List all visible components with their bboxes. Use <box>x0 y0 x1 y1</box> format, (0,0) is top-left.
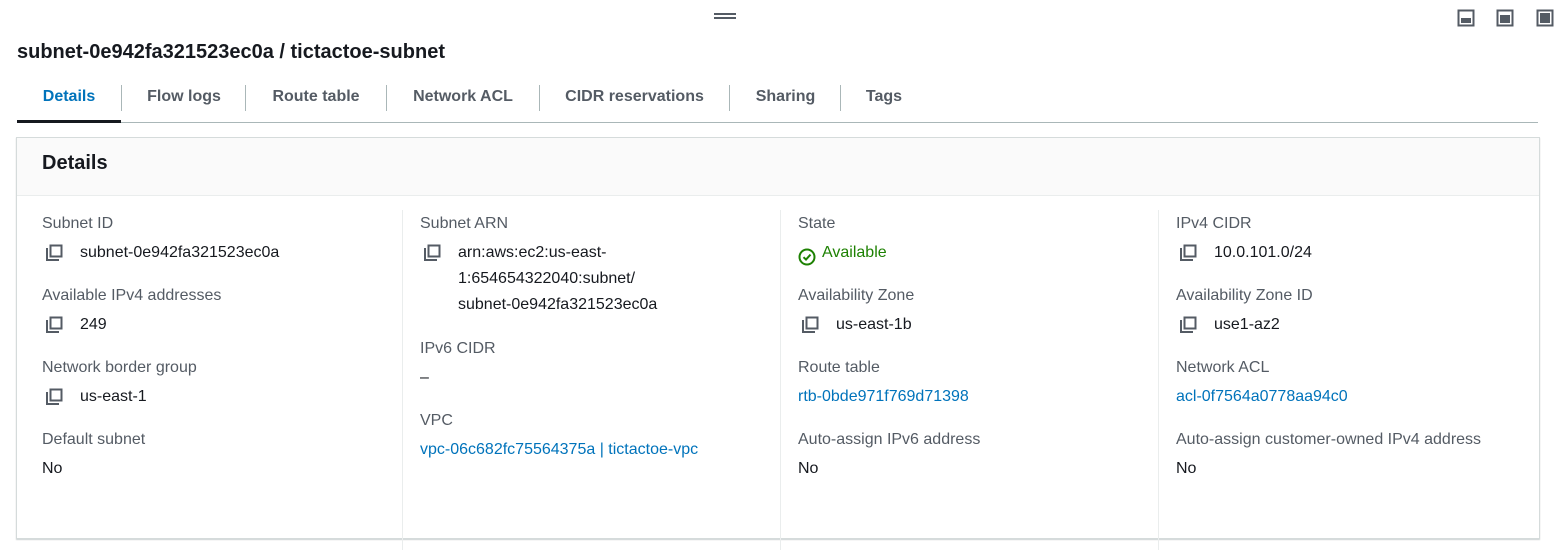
tab-bar: Details Flow logs Route table Network AC… <box>17 77 1538 123</box>
subnet-id-value: subnet-0e942fa321523ec0a <box>80 244 280 261</box>
network-acl-label: Network ACL <box>1176 359 1270 376</box>
status-badge: Available <box>798 244 887 266</box>
copy-icon[interactable] <box>45 244 63 262</box>
subnet-arn-value: arn:aws:ec2:us-east- 1:654654322040:subne… <box>458 244 658 313</box>
default-subnet-label: Default subnet <box>42 431 146 448</box>
ipv4-cidr-value: 10.0.101.0/24 <box>1214 244 1312 261</box>
field-auto-assign-customer-ipv4: Auto-assign customer-owned IPv4 address … <box>1176 430 1516 482</box>
copy-icon[interactable] <box>423 244 441 262</box>
subnet-id-label: Subnet ID <box>42 215 114 232</box>
field-vpc: VPC vpc-06c682fc75564375a | tictactoe-vp… <box>420 411 760 463</box>
network-border-group-label: Network border group <box>42 359 197 376</box>
field-ipv4-cidr: IPv4 CIDR 10.0.101.0/24 <box>1176 214 1516 266</box>
copy-icon[interactable] <box>45 316 63 334</box>
tab-route-table[interactable]: Route table <box>246 77 386 121</box>
details-header: Details <box>17 138 1539 196</box>
availability-zone-value: us-east-1b <box>836 316 912 333</box>
auto-assign-customer-ipv4-value: No <box>1176 460 1197 477</box>
availability-zone-id-value: use1-az2 <box>1214 316 1280 333</box>
default-subnet-value: No <box>42 460 63 477</box>
check-circle-icon <box>798 248 816 266</box>
available-ipv4-value: 249 <box>80 316 107 333</box>
auto-assign-customer-ipv4-label: Auto-assign customer-owned IPv4 address <box>1176 431 1482 448</box>
field-network-acl: Network ACL acl-0f7564a0778aa94c0 <box>1176 358 1516 410</box>
tab-sharing[interactable]: Sharing <box>730 77 841 121</box>
panel-resize-handle[interactable] <box>714 11 736 21</box>
subnet-arn-label: Subnet ARN <box>420 215 509 232</box>
ipv4-cidr-label: IPv4 CIDR <box>1176 215 1252 232</box>
auto-assign-ipv6-value: No <box>798 460 819 477</box>
tab-network-acl[interactable]: Network ACL <box>387 77 539 121</box>
field-state: State Available <box>798 214 1138 266</box>
field-network-border-group: Network border group us-east-1 <box>42 358 382 410</box>
field-availability-zone-id: Availability Zone ID use1-az2 <box>1176 286 1516 338</box>
details-container: Details Subnet ID subnet-0e942fa321523ec… <box>16 137 1540 550</box>
ipv6-cidr-label: IPv6 CIDR <box>420 340 496 357</box>
field-default-subnet: Default subnet No <box>42 430 382 482</box>
state-value: Available <box>822 244 887 261</box>
network-acl-link[interactable]: acl-0f7564a0778aa94c0 <box>1176 388 1348 405</box>
tab-tags[interactable]: Tags <box>841 77 927 121</box>
field-subnet-arn: Subnet ARN arn:aws:ec2:us-east- 1:6546543… <box>420 214 760 318</box>
state-label: State <box>798 215 836 232</box>
copy-icon[interactable] <box>1179 316 1197 334</box>
panel-middle-icon[interactable] <box>1496 9 1514 27</box>
field-auto-assign-ipv6: Auto-assign IPv6 address No <box>798 430 1138 482</box>
field-route-table: Route table rtb-0bde971f769d71398 <box>798 358 1138 410</box>
route-table-link[interactable]: rtb-0bde971f769d71398 <box>798 388 969 405</box>
availability-zone-id-label: Availability Zone ID <box>1176 287 1313 304</box>
page-title: subnet-0e942fa321523ec0a / tictactoe-sub… <box>17 41 445 63</box>
availability-zone-label: Availability Zone <box>798 287 915 304</box>
tab-flow-logs[interactable]: Flow logs <box>122 77 246 121</box>
field-subnet-id: Subnet ID subnet-0e942fa321523ec0a <box>42 214 382 266</box>
network-border-group-value: us-east-1 <box>80 388 147 405</box>
field-availability-zone: Availability Zone us-east-1b <box>798 286 1138 338</box>
copy-icon[interactable] <box>801 316 819 334</box>
details-heading: Details <box>42 152 108 174</box>
vpc-label: VPC <box>420 412 453 429</box>
available-ipv4-label: Available IPv4 addresses <box>42 287 222 304</box>
ipv6-cidr-value: – <box>420 369 429 386</box>
tab-details[interactable]: Details <box>17 77 121 123</box>
panel-bottom-icon[interactable] <box>1457 9 1475 27</box>
copy-icon[interactable] <box>45 388 63 406</box>
copy-icon[interactable] <box>1179 244 1197 262</box>
field-available-ipv4: Available IPv4 addresses 249 <box>42 286 382 338</box>
field-ipv6-cidr: IPv6 CIDR – <box>420 339 760 391</box>
route-table-label: Route table <box>798 359 880 376</box>
auto-assign-ipv6-label: Auto-assign IPv6 address <box>798 431 981 448</box>
panel-full-icon[interactable] <box>1536 9 1554 27</box>
tab-cidr-reservations[interactable]: CIDR reservations <box>540 77 729 121</box>
vpc-link[interactable]: vpc-06c682fc75564375a | tictactoe-vpc <box>420 441 698 458</box>
